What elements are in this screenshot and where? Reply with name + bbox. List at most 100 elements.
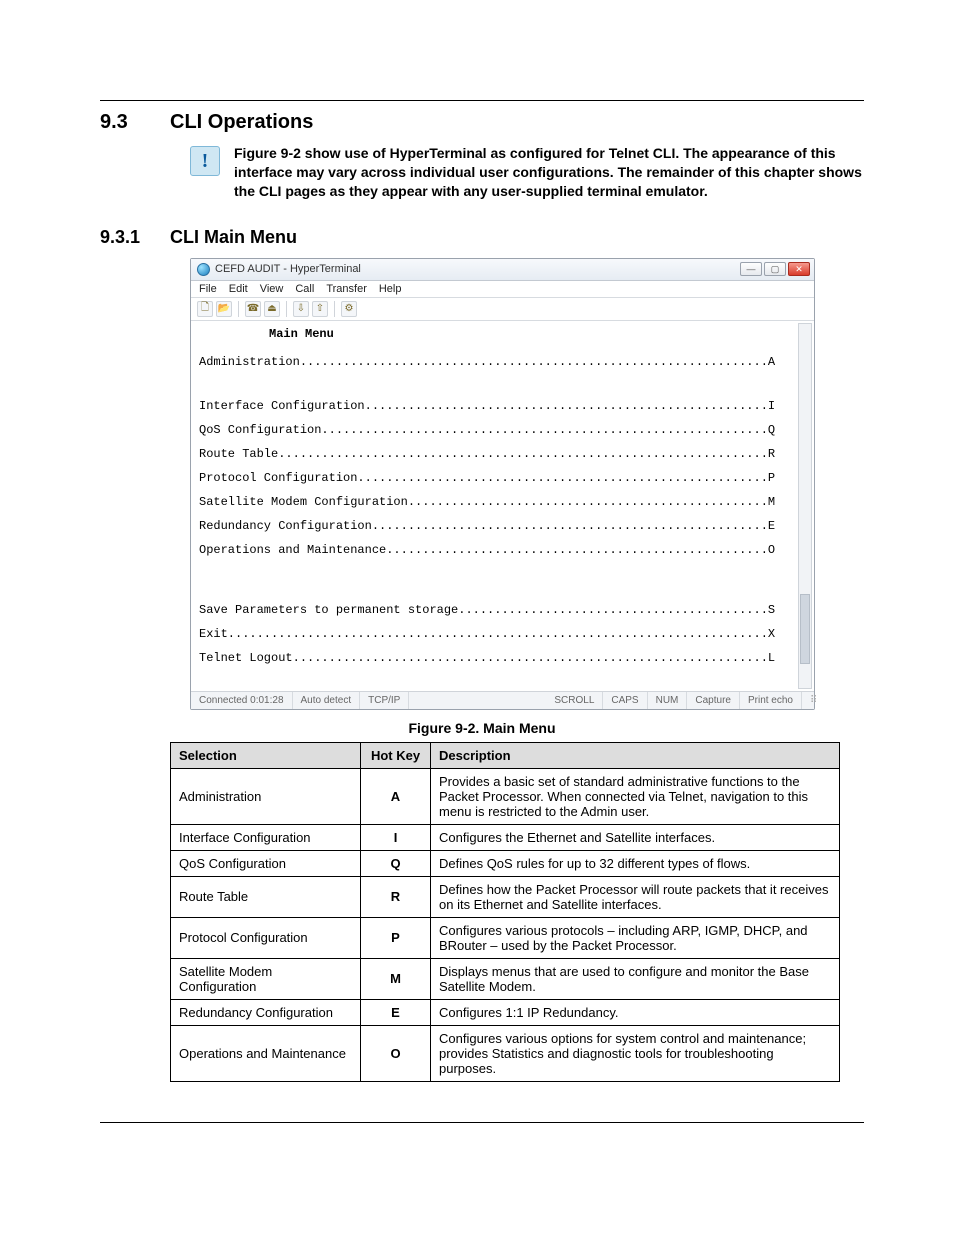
window-title-left: CEFD AUDIT - HyperTerminal [197, 263, 361, 276]
cell-selection: Operations and Maintenance [171, 1025, 361, 1081]
toolbar-receive-icon[interactable]: ⇧ [312, 301, 328, 317]
app-icon [197, 263, 210, 276]
table-row: AdministrationAProvides a basic set of s… [171, 768, 840, 824]
menubar: File Edit View Call Transfer Help [191, 281, 814, 298]
th-selection: Selection [171, 742, 361, 768]
top-rule [100, 100, 864, 101]
bottom-rule [100, 1122, 864, 1123]
status-proto: TCP/IP [360, 692, 409, 709]
table-header-row: Selection Hot Key Description [171, 742, 840, 768]
figure-caption: Figure 9-2. Main Menu [100, 720, 864, 736]
section-number: 9.3 [100, 111, 170, 134]
status-caps: CAPS [603, 692, 647, 709]
cell-description: Defines QoS rules for up to 32 different… [431, 850, 840, 876]
terminal-line: Interface Configuration.................… [199, 399, 806, 413]
toolbar-phone-icon[interactable]: ☎ [245, 301, 261, 317]
toolbar-sep [238, 301, 239, 317]
cell-description: Configures various protocols – including… [431, 917, 840, 958]
cell-selection: Protocol Configuration [171, 917, 361, 958]
table-row: QoS ConfigurationQDefines QoS rules for … [171, 850, 840, 876]
status-connected: Connected 0:01:28 [191, 692, 293, 709]
menu-call[interactable]: Call [295, 283, 314, 295]
table-row: Route TableRDefines how the Packet Proce… [171, 876, 840, 917]
status-detect: Auto detect [293, 692, 361, 709]
cell-description: Displays menus that are used to configur… [431, 958, 840, 999]
cell-selection: Interface Configuration [171, 824, 361, 850]
toolbar-new-icon[interactable]: 🗋 [197, 301, 213, 317]
menu-help[interactable]: Help [379, 283, 402, 295]
cell-selection: QoS Configuration [171, 850, 361, 876]
cell-description: Configures 1:1 IP Redundancy. [431, 999, 840, 1025]
terminal-line: Save Parameters to permanent storage....… [199, 603, 806, 617]
toolbar-send-icon[interactable]: ⇩ [293, 301, 309, 317]
table-row: Interface ConfigurationIConfigures the E… [171, 824, 840, 850]
terminal-line: QoS Configuration.......................… [199, 423, 806, 437]
terminal-line: Protocol Configuration..................… [199, 471, 806, 485]
cell-description: Configures the Ethernet and Satellite in… [431, 824, 840, 850]
document-page: 9.3 CLI Operations ! Figure 9-2 show use… [0, 0, 954, 1203]
cell-selection: Route Table [171, 876, 361, 917]
cell-selection: Administration [171, 768, 361, 824]
cell-hotkey: E [361, 999, 431, 1025]
terminal-line: Telnet Logout...........................… [199, 651, 806, 665]
terminal-gap [199, 567, 806, 603]
th-hotkey: Hot Key [361, 742, 431, 768]
cell-hotkey: M [361, 958, 431, 999]
terminal-line: Operations and Maintenance..............… [199, 543, 806, 557]
terminal-line: Redundancy Configuration................… [199, 519, 806, 533]
th-description: Description [431, 742, 840, 768]
terminal-line: Satellite Modem Configuration...........… [199, 495, 806, 509]
terminal-line: Administration..........................… [199, 355, 806, 369]
window-titlebar: CEFD AUDIT - HyperTerminal — ▢ ✕ [191, 259, 814, 281]
maximize-button[interactable]: ▢ [764, 262, 786, 276]
subsection-title: CLI Main Menu [170, 227, 297, 248]
info-icon: ! [190, 146, 220, 176]
menu-transfer[interactable]: Transfer [326, 283, 367, 295]
toolbar-properties-icon[interactable]: ⚙ [341, 301, 357, 317]
subsection-number: 9.3.1 [100, 227, 170, 248]
terminal-title: Main Menu [269, 327, 806, 341]
hyperterminal-window: CEFD AUDIT - HyperTerminal — ▢ ✕ File Ed… [190, 258, 815, 710]
section-heading-main-menu: 9.3.1 CLI Main Menu [100, 227, 864, 248]
section-heading-cli-ops: 9.3 CLI Operations [100, 111, 864, 134]
status-spacer [409, 692, 546, 709]
cell-hotkey: R [361, 876, 431, 917]
terminal-line: Route Table.............................… [199, 447, 806, 461]
menu-description-table: Selection Hot Key Description Administra… [170, 742, 840, 1082]
cell-hotkey: Q [361, 850, 431, 876]
cell-description: Provides a basic set of standard adminis… [431, 768, 840, 824]
toolbar-sep [334, 301, 335, 317]
cell-hotkey: A [361, 768, 431, 824]
terminal-line: Exit....................................… [199, 627, 806, 641]
terminal-gap [199, 379, 806, 399]
status-scroll: SCROLL [546, 692, 603, 709]
minimize-button[interactable]: — [740, 262, 762, 276]
terminal-lines: Administration..........................… [199, 355, 806, 665]
scrollbar-thumb[interactable] [800, 594, 810, 664]
close-button[interactable]: ✕ [788, 262, 810, 276]
table-row: Operations and MaintenanceOConfigures va… [171, 1025, 840, 1081]
toolbar-sep [286, 301, 287, 317]
menu-file[interactable]: File [199, 283, 217, 295]
info-text: Figure 9-2 show use of HyperTerminal as … [234, 144, 864, 201]
toolbar: 🗋 📂 ☎ ⏏ ⇩ ⇧ ⚙ [191, 298, 814, 321]
menu-view[interactable]: View [260, 283, 284, 295]
window-title: CEFD AUDIT - HyperTerminal [215, 263, 361, 275]
cell-description: Defines how the Packet Processor will ro… [431, 876, 840, 917]
window-controls: — ▢ ✕ [740, 262, 810, 276]
section-title: CLI Operations [170, 111, 313, 134]
table-row: Satellite Modem ConfigurationMDisplays m… [171, 958, 840, 999]
cell-hotkey: P [361, 917, 431, 958]
menu-edit[interactable]: Edit [229, 283, 248, 295]
resize-grip-icon[interactable]: ⠿ [802, 692, 814, 709]
terminal-body[interactable]: Main Menu Administration................… [191, 321, 814, 691]
table-row: Protocol ConfigurationPConfigures variou… [171, 917, 840, 958]
scrollbar[interactable] [798, 323, 812, 689]
cell-hotkey: O [361, 1025, 431, 1081]
toolbar-hangup-icon[interactable]: ⏏ [264, 301, 280, 317]
status-capture: Capture [687, 692, 740, 709]
cell-selection: Satellite Modem Configuration [171, 958, 361, 999]
cell-description: Configures various options for system co… [431, 1025, 840, 1081]
toolbar-open-icon[interactable]: 📂 [216, 301, 232, 317]
status-echo: Print echo [740, 692, 802, 709]
